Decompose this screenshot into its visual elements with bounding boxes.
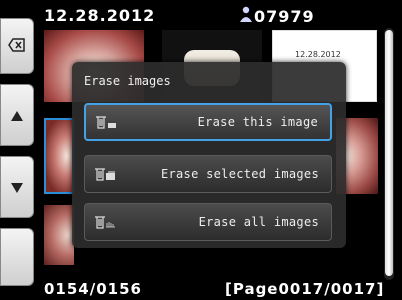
trash-all-icon [85,204,125,240]
option-label: Erase this image [197,115,318,129]
trash-single-icon [86,105,126,139]
dialog-title: Erase images [84,74,171,88]
header-date: 12.28.2012 [44,6,156,25]
option-label: Erase selected images [160,167,319,181]
backspace-icon [8,37,26,56]
back-button[interactable] [0,18,34,74]
patient-icon [240,6,252,26]
page-indicator: [Page0017/0017] [225,280,385,298]
erase-all-images-button[interactable]: Erase all images [84,203,332,241]
trash-selected-icon [85,156,125,192]
thumbnail-selected[interactable] [44,118,74,194]
blank-side-button[interactable] [0,228,34,286]
scrollbar-thumb[interactable] [385,30,393,276]
erase-selected-images-button[interactable]: Erase selected images [84,155,332,193]
patient-id: 07979 [240,6,315,26]
patient-id-text: 07979 [254,6,315,26]
option-label: Erase all images [198,215,319,229]
thumbnail-date: 12.28.2012 [295,50,341,59]
scroll-up-button[interactable] [0,84,34,146]
thumbnail-image[interactable] [44,205,74,265]
erase-this-image-button[interactable]: Erase this image [84,103,332,141]
image-counter: 0154/0156 [44,280,142,298]
triangle-down-icon [11,178,23,197]
scroll-down-button[interactable] [0,156,34,218]
erase-dialog: Erase images Erase this image Erase sele… [72,62,346,248]
triangle-up-icon [11,106,23,125]
